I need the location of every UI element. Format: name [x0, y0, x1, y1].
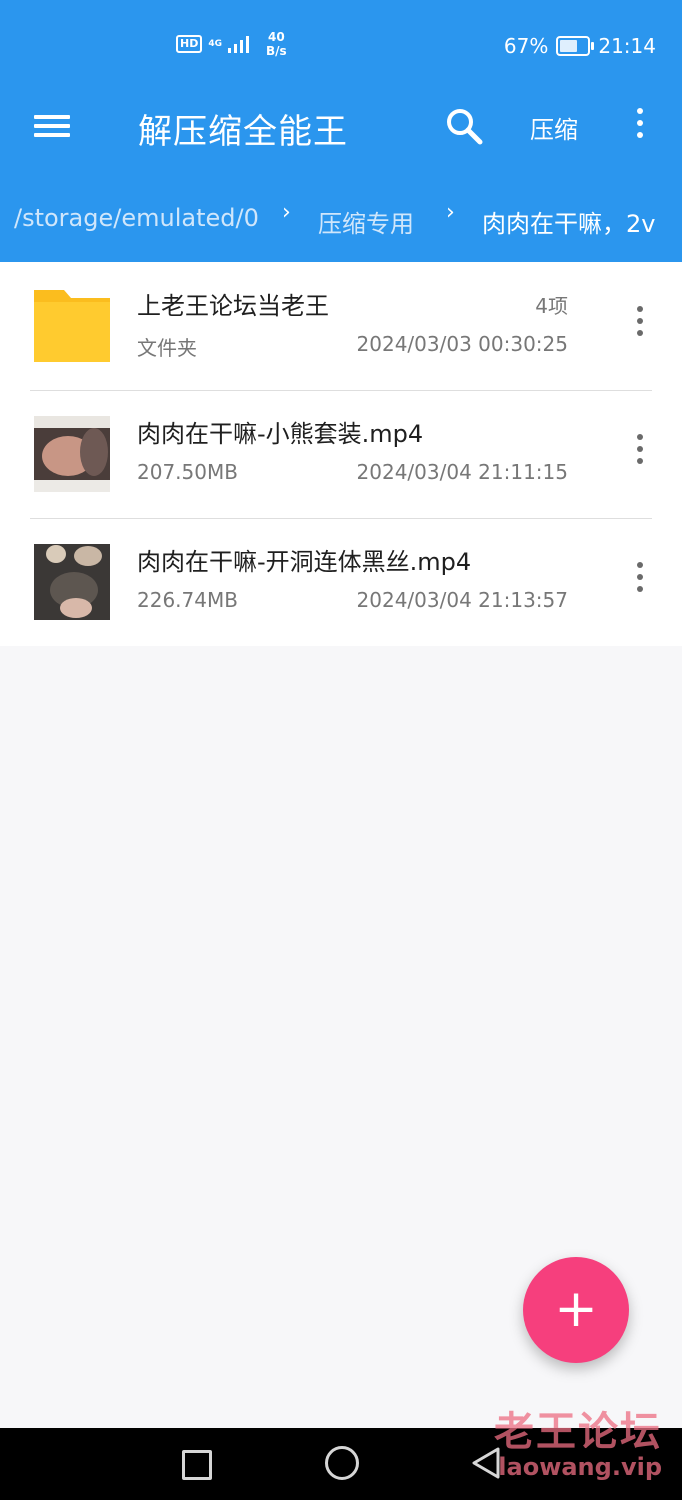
file-size: 226.74MB	[137, 588, 238, 612]
signal-icon	[228, 36, 249, 53]
file-name: 肉肉在干嘛-小熊套装.mp4	[137, 420, 424, 448]
item-count: 4项	[535, 294, 568, 318]
video-thumbnail	[34, 544, 110, 620]
clock: 21:14	[598, 34, 656, 58]
app-title: 解压缩全能王	[138, 112, 348, 152]
file-date: 2024/03/04 21:11:15	[356, 460, 568, 484]
more-vertical-icon[interactable]	[630, 562, 650, 602]
chevron-right-icon: ›	[282, 200, 291, 225]
chevron-right-icon: ›	[446, 200, 455, 225]
network-speed: 40 B/s	[266, 30, 287, 58]
breadcrumb-root[interactable]: /storage/emulated/0	[14, 204, 259, 232]
more-vertical-icon[interactable]	[630, 434, 650, 474]
battery-percent: 67%	[503, 34, 549, 58]
file-list: 上老王论坛当老王 4项 文件夹 2024/03/03 00:30:25 肉肉在干…	[0, 262, 682, 646]
top-app-bar: HD 4G 40 B/s 67% 21:14 解压缩全能王 压缩 /storag…	[0, 0, 682, 262]
list-item-video[interactable]: 肉肉在干嘛-小熊套装.mp4 207.50MB 2024/03/04 21:11…	[0, 390, 682, 518]
battery-icon	[556, 36, 595, 56]
search-icon[interactable]	[444, 106, 484, 146]
hamburger-menu-icon[interactable]	[34, 110, 72, 142]
speed-unit: B/s	[266, 44, 287, 58]
file-date: 2024/03/04 21:13:57	[356, 588, 568, 612]
breadcrumb-current[interactable]: 肉肉在干嘛，2v	[482, 204, 655, 239]
breadcrumb-parent[interactable]: 压缩专用	[318, 204, 414, 239]
status-left: HD 4G 40 B/s	[176, 30, 287, 58]
speed-value: 40	[267, 30, 285, 44]
breadcrumb: /storage/emulated/0 › 压缩专用 › 肉肉在干嘛，2v	[0, 196, 682, 248]
more-vertical-icon[interactable]	[630, 306, 650, 346]
file-name: 肉肉在干嘛-开洞连体黑丝.mp4	[137, 548, 472, 576]
file-size: 207.50MB	[137, 460, 238, 484]
home-icon[interactable]	[325, 1446, 359, 1480]
network-type: 4G	[208, 38, 222, 49]
add-button[interactable]: +	[523, 1257, 629, 1363]
file-date: 2024/03/03 00:30:25	[356, 332, 568, 356]
video-thumbnail	[34, 416, 110, 492]
status-bar: HD 4G 40 B/s 67% 21:14	[0, 0, 682, 90]
watermark: 老王论坛 laowang.vip	[494, 1410, 662, 1480]
app-toolbar: 解压缩全能王 压缩	[0, 90, 682, 166]
folder-icon	[34, 290, 110, 362]
more-vertical-icon[interactable]	[626, 108, 654, 148]
status-right: 67% 21:14	[504, 34, 656, 58]
battery-level	[560, 40, 578, 52]
hd-badge: HD	[176, 35, 203, 53]
file-type: 文件夹	[137, 336, 197, 360]
file-name: 上老王论坛当老王	[137, 292, 329, 320]
compress-button[interactable]: 压缩	[530, 110, 578, 145]
list-item-folder[interactable]: 上老王论坛当老王 4项 文件夹 2024/03/03 00:30:25	[0, 262, 682, 390]
watermark-url: laowang.vip	[498, 1453, 662, 1481]
list-item-video[interactable]: 肉肉在干嘛-开洞连体黑丝.mp4 226.74MB 2024/03/04 21:…	[0, 518, 682, 646]
watermark-title: 老王论坛	[494, 1409, 662, 1455]
recent-apps-icon[interactable]	[182, 1450, 212, 1480]
